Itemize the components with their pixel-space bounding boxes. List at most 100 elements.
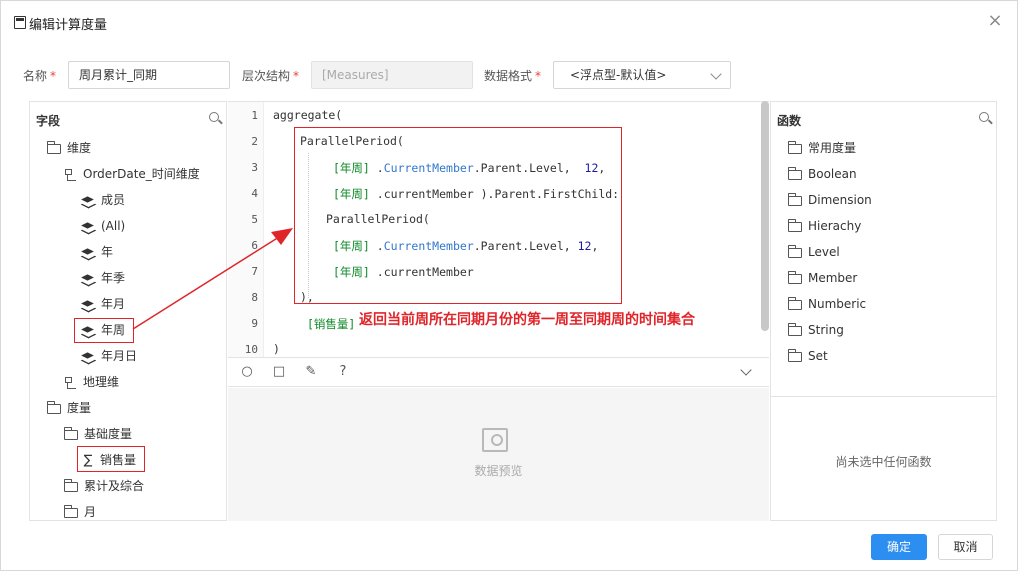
format-select-value: <浮点型-默认值> bbox=[570, 68, 667, 82]
editor-scrollbar[interactable] bbox=[761, 101, 769, 331]
hierarchy-label: 层次结构 * bbox=[242, 69, 300, 83]
folder-icon bbox=[788, 166, 802, 180]
layers-icon bbox=[82, 351, 95, 362]
tree-item[interactable]: 年月日 bbox=[82, 346, 137, 366]
folder-icon bbox=[788, 348, 802, 362]
format-select[interactable]: <浮点型-默认值> bbox=[553, 61, 731, 89]
function-category-label: Boolean bbox=[808, 167, 857, 181]
folder-icon bbox=[788, 296, 802, 310]
highlight-box-year-week bbox=[74, 318, 134, 343]
folder-icon bbox=[788, 270, 802, 284]
line-number: 10 bbox=[244, 343, 258, 356]
tree-item[interactable]: 月 bbox=[64, 502, 96, 522]
format-icon[interactable]: ✎ bbox=[304, 365, 318, 379]
layers-icon bbox=[82, 195, 95, 206]
tree-item[interactable]: 年月 bbox=[82, 294, 125, 314]
function-category-item[interactable]: Hierachy bbox=[788, 216, 861, 236]
folder-icon bbox=[788, 322, 802, 336]
function-description-empty: 尚未选中任何函数 bbox=[771, 396, 996, 521]
tree-item-label: 基础度量 bbox=[84, 427, 133, 441]
calculator-icon bbox=[14, 16, 26, 29]
tree-item[interactable]: 年季 bbox=[82, 268, 125, 288]
layers-icon bbox=[82, 273, 95, 284]
function-category-item[interactable]: Dimension bbox=[788, 190, 872, 210]
folder-icon bbox=[64, 504, 78, 518]
preview-label: 数据预览 bbox=[474, 464, 523, 478]
line-number: 3 bbox=[251, 161, 258, 174]
function-category-item[interactable]: String bbox=[788, 320, 844, 340]
tree-item[interactable]: 维度 bbox=[47, 138, 91, 158]
editor-toolbar: ○ □ ✎ ? bbox=[228, 359, 769, 387]
line-number: 4 bbox=[251, 187, 258, 200]
function-category-label: Member bbox=[808, 271, 858, 285]
folder-icon bbox=[47, 140, 61, 154]
tree-item[interactable]: 年 bbox=[82, 242, 113, 262]
tree-item[interactable]: 成员 bbox=[82, 190, 125, 210]
tree-item-label: 年月日 bbox=[101, 349, 138, 363]
line-number: 9 bbox=[251, 317, 258, 330]
cancel-button[interactable]: 取消 bbox=[938, 534, 993, 560]
function-category-label: 常用度量 bbox=[808, 141, 857, 155]
function-category-item[interactable]: Set bbox=[788, 346, 828, 366]
tree-item-label: 年月 bbox=[101, 297, 126, 311]
clear-icon[interactable]: □ bbox=[272, 365, 286, 379]
dialog-titlebar: 编辑计算度量 × bbox=[1, 1, 1017, 45]
function-category-item[interactable]: Member bbox=[788, 268, 857, 288]
name-label: 名称 * bbox=[23, 69, 57, 83]
folder-icon bbox=[788, 244, 802, 258]
folder-icon bbox=[788, 140, 802, 154]
code-line-10: ) bbox=[273, 342, 280, 356]
tree-item-label: 地理维 bbox=[83, 375, 120, 389]
code-line-9: [销售量] bbox=[307, 317, 356, 331]
tree-item-label: 月 bbox=[84, 505, 97, 519]
line-number: 8 bbox=[251, 291, 258, 304]
highlight-box-sales bbox=[77, 446, 145, 472]
check-syntax-icon[interactable]: ○ bbox=[240, 365, 254, 379]
tree-item[interactable]: 累计及综合 bbox=[64, 476, 144, 496]
line-number: 1 bbox=[251, 109, 258, 122]
tree-item-label: 成员 bbox=[101, 193, 126, 207]
folder-icon bbox=[788, 218, 802, 232]
dialog-title: 编辑计算度量 bbox=[29, 18, 108, 33]
line-number: 7 bbox=[251, 265, 258, 278]
function-search-icon[interactable] bbox=[979, 112, 989, 122]
search-icon[interactable] bbox=[209, 112, 219, 122]
tree-item-label: 年季 bbox=[101, 271, 126, 285]
layers-icon bbox=[82, 221, 95, 232]
edit-calculated-measure-dialog: 编辑计算度量 × 名称 * 周月累计_同期 层次结构 * [Measures] 数据… bbox=[0, 0, 1018, 571]
tree-item[interactable]: 基础度量 bbox=[64, 424, 132, 444]
collapse-chevron-icon[interactable] bbox=[740, 364, 752, 376]
highlight-box-parallelperiod bbox=[294, 127, 622, 304]
format-label: 数据格式 * bbox=[484, 69, 542, 83]
function-category-item[interactable]: 常用度量 bbox=[788, 138, 856, 158]
tree-item[interactable]: OrderDate_时间维度 bbox=[64, 164, 200, 184]
preview-icon bbox=[482, 428, 508, 452]
tree-item[interactable]: 地理维 bbox=[64, 372, 119, 392]
line-number: 2 bbox=[251, 135, 258, 148]
folder-icon bbox=[64, 478, 78, 492]
tree-item[interactable]: (All) bbox=[82, 216, 125, 236]
tree-item-label: 维度 bbox=[67, 141, 92, 155]
folder-icon bbox=[64, 426, 78, 440]
ok-button[interactable]: 确定 bbox=[871, 534, 927, 560]
help-icon[interactable]: ? bbox=[336, 365, 350, 379]
function-category-label: Dimension bbox=[808, 193, 872, 207]
close-icon[interactable]: × bbox=[987, 12, 1003, 30]
code-line-1: aggregate( bbox=[273, 108, 343, 122]
name-input[interactable]: 周月累计_同期 bbox=[68, 61, 230, 89]
function-category-label: Numberic bbox=[808, 297, 867, 311]
annotation-text: 返回当前周所在同期月份的第一周至同期周的时间集合 bbox=[359, 312, 695, 328]
line-number: 5 bbox=[251, 213, 258, 226]
function-category-item[interactable]: Level bbox=[788, 242, 840, 262]
function-category-label: Set bbox=[808, 349, 828, 363]
tree-item-label: 度量 bbox=[67, 401, 92, 415]
function-category-item[interactable]: Boolean bbox=[788, 164, 857, 184]
line-number: 6 bbox=[251, 239, 258, 252]
layers-icon bbox=[82, 247, 95, 258]
function-category-label: String bbox=[808, 323, 844, 337]
hierarchy-icon bbox=[64, 168, 77, 181]
tree-item-label: 累计及综合 bbox=[84, 479, 145, 493]
folder-icon bbox=[47, 400, 61, 414]
tree-item[interactable]: 度量 bbox=[47, 398, 91, 418]
function-category-item[interactable]: Numberic bbox=[788, 294, 866, 314]
